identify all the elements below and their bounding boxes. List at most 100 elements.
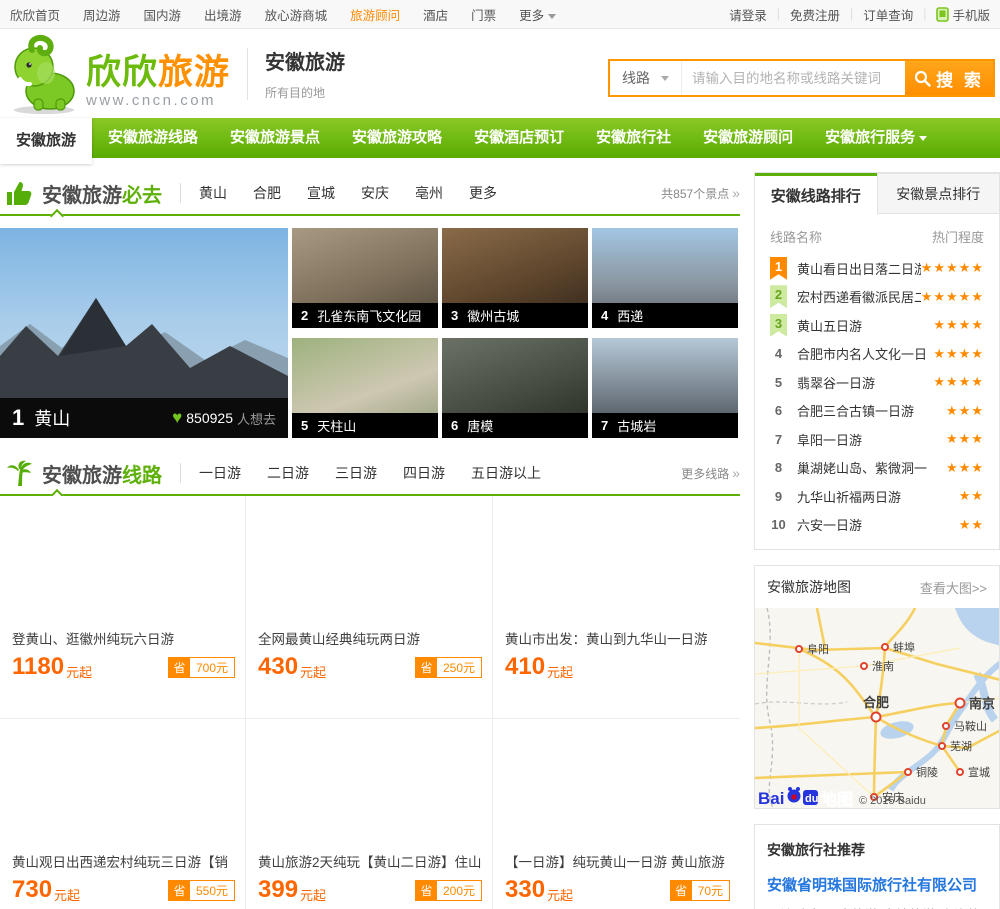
rank-badge: 8 <box>774 460 783 476</box>
ranking-row-7[interactable]: 7 阜阳一日游 ★★★ <box>755 425 999 454</box>
spot-photo-7[interactable]: 7 古城岩 <box>592 338 738 438</box>
ranking-row-8[interactable]: 8 巢湖姥山岛、紫微洞一 ★★★ <box>755 454 999 483</box>
more-routes-link[interactable]: 更多线路 » <box>681 465 740 482</box>
product-card-5[interactable]: 【一日游】纯玩黄山一日游 黄山旅游 330 元起 省 70元 <box>493 719 740 909</box>
product-card-2[interactable]: 黄山市出发：黄山到九华山一日游 410 元起 <box>493 496 740 719</box>
search-button[interactable]: 搜 索 <box>905 61 993 95</box>
total-spots-link[interactable]: 共857个景点 » <box>661 185 740 202</box>
tab-route-ranking[interactable]: 安徽线路排行 <box>755 173 877 214</box>
nav-item-2[interactable]: 安徽旅游景点 <box>214 118 336 158</box>
duration-tab-4[interactable]: 五日游以上 <box>471 463 541 483</box>
double-arrow-icon: » <box>732 185 740 201</box>
city-link-3[interactable]: 安庆 <box>361 183 389 203</box>
product-price-row: 730 元起 省 550元 <box>12 876 235 904</box>
ranking-row-3[interactable]: 3 黄山五日游 ★★★★ <box>755 311 999 340</box>
ranking-row-1[interactable]: 1 黄山看日出日落二日游 ★★★★★ <box>755 254 999 283</box>
save-badge-label: 省 <box>168 880 190 900</box>
ranking-row-9[interactable]: 9 九华山祈福两日游 ★★ <box>755 482 999 511</box>
baidu-logo-map: 地图 <box>821 790 853 808</box>
total-spots-label: 共857个景点 <box>661 186 730 201</box>
topbar-link-1[interactable]: 周边游 <box>83 5 121 24</box>
map-city-dot <box>904 768 912 776</box>
spot-photo-4[interactable]: 4 西递 <box>592 228 738 328</box>
duration-tab-3[interactable]: 四日游 <box>403 463 445 483</box>
search-category-select[interactable]: 线路 <box>610 61 682 95</box>
spot-photo-6[interactable]: 6 唐模 <box>442 338 588 438</box>
topbar-link-8[interactable]: 更多 <box>519 5 557 24</box>
site-logo[interactable]: 欣欣旅游 www.cncn.com <box>6 33 230 115</box>
city-link-4[interactable]: 亳州 <box>415 183 443 203</box>
nav-item-5[interactable]: 安徽旅行社 <box>580 118 687 158</box>
product-price-unit: 元起 <box>547 887 574 903</box>
product-card-0[interactable]: 登黄山、逛徽州纯玩六日游 1180 元起 省 700元 <box>0 496 246 719</box>
spot-name: 古城岩 <box>617 419 657 434</box>
city-link-0[interactable]: 黄山 <box>199 183 227 203</box>
ranking-row-2[interactable]: 2 宏村西递看徽派民居二 ★★★★★ <box>755 283 999 312</box>
popularity-stars: ★★★★ <box>933 317 984 333</box>
baidu-map[interactable]: 阜阳 蚌埠 淮南 合肥 南京 马鞍山 芜湖 铜陵 宣城 安庆 Bai du 地图 © 2015 B… <box>755 608 999 808</box>
product-price-row: 330 元起 省 70元 <box>505 876 730 904</box>
map-city-dot <box>942 722 950 730</box>
product-card-1[interactable]: 全网最黄山经典纯玩两日游 430 元起 省 250元 <box>246 496 493 719</box>
photo-caption: 4 西递 <box>592 303 738 328</box>
map-header: 安徽旅游地图 查看大图>> <box>755 566 999 608</box>
baidu-logo-du: du <box>805 793 818 805</box>
duration-tab-0[interactable]: 一日游 <box>199 463 241 483</box>
section-title-main: 安徽旅游 <box>42 184 122 207</box>
spot-photo-main[interactable]: 1 黄山 ♥ 850925 人想去 <box>0 228 288 438</box>
topbar-link-2[interactable]: 国内游 <box>144 5 182 24</box>
nav-item-3[interactable]: 安徽旅游攻略 <box>336 118 458 158</box>
spot-photo-2[interactable]: 2 孔雀东南飞文化园 <box>292 228 438 328</box>
ranking-row-6[interactable]: 6 合肥三合古镇一日游 ★★★ <box>755 397 999 426</box>
nav-item-0[interactable]: 安徽旅游 <box>0 118 93 164</box>
view-large-map-link[interactable]: 查看大图>> <box>920 578 987 597</box>
nav-item-7[interactable]: 安徽旅行服务 <box>809 118 943 158</box>
agency-company-link[interactable]: 安徽省明珠国际旅行社有限公司 <box>767 874 987 895</box>
ranking-row-4[interactable]: 4 合肥市内名人文化一日 ★★★★ <box>755 340 999 369</box>
rank-badge: 7 <box>774 431 783 447</box>
order-query-link[interactable]: 订单查询 <box>863 5 913 24</box>
tab-spot-ranking[interactable]: 安徽景点排行 <box>876 173 999 214</box>
product-title: 全网最黄山经典纯玩两日游 <box>258 632 420 647</box>
rank-badge: 4 <box>774 346 783 362</box>
topbar-link-3[interactable]: 出境游 <box>204 5 242 24</box>
topbar-link-6[interactable]: 酒店 <box>423 5 448 24</box>
duration-tab-2[interactable]: 三日游 <box>335 463 377 483</box>
page-subtitle[interactable]: 所有目的地 <box>265 84 345 101</box>
mobile-version-link[interactable]: 手机版 <box>936 5 990 24</box>
search-input[interactable] <box>682 61 905 95</box>
login-link[interactable]: 请登录 <box>729 5 767 24</box>
topbar-link-5[interactable]: 旅游顾问 <box>350 5 400 24</box>
city-link-1[interactable]: 合肥 <box>253 183 281 203</box>
topbar-link-0[interactable]: 欣欣首页 <box>10 5 60 24</box>
site-section: 安徽旅游 所有目的地 <box>265 46 345 101</box>
save-badge-amount: 550元 <box>189 880 234 900</box>
city-link-5[interactable]: 更多 <box>469 183 497 203</box>
city-link-2[interactable]: 宣城 <box>307 183 335 203</box>
routes-header: 安徽旅游线路 一日游 二日游 三日游 四日游 五日游以上 更多线路 » <box>0 452 740 504</box>
product-card-4[interactable]: 黄山旅游2天纯玩【黄山二日游】住山 399 元起 省 200元 <box>246 719 493 909</box>
product-price-unit: 元起 <box>66 664 93 680</box>
product-grid: 登黄山、逛徽州纯玩六日游 1180 元起省 700元 全网最黄山经典纯玩两日游 430 元起… <box>0 496 740 909</box>
spot-photo-5[interactable]: 5 天柱山 <box>292 338 438 438</box>
topbar-link-4[interactable]: 放心游商城 <box>265 5 328 24</box>
nav-item-4[interactable]: 安徽酒店预订 <box>458 118 580 158</box>
nav-item-6[interactable]: 安徽旅游顾问 <box>687 118 809 158</box>
save-badge: 省 550元 <box>167 879 235 901</box>
spot-photo-3[interactable]: 3 徽州古城 <box>442 228 588 328</box>
save-badge-amount: 200元 <box>436 880 481 900</box>
section-title-main: 安徽旅游 <box>42 464 122 487</box>
product-card-3[interactable]: 黄山观日出西递宏村纯玩三日游【销 730 元起 省 550元 <box>0 719 246 909</box>
section-title: 安徽旅游必去 <box>42 179 162 208</box>
chevron-down-icon <box>548 13 557 19</box>
ranking-row-10[interactable]: 10 六安一日游 ★★ <box>755 511 999 540</box>
duration-tab-1[interactable]: 二日游 <box>267 463 309 483</box>
spot-name: 天柱山 <box>317 419 357 434</box>
agency-title: 安徽旅行社推荐 <box>767 842 865 858</box>
separator: | <box>923 7 927 21</box>
nav-item-1[interactable]: 安徽旅游线路 <box>92 118 214 158</box>
topbar-link-7[interactable]: 门票 <box>471 5 496 24</box>
spot-rank: 1 <box>12 405 25 430</box>
ranking-row-5[interactable]: 5 翡翠谷一日游 ★★★★ <box>755 368 999 397</box>
register-link[interactable]: 免费注册 <box>790 5 840 24</box>
